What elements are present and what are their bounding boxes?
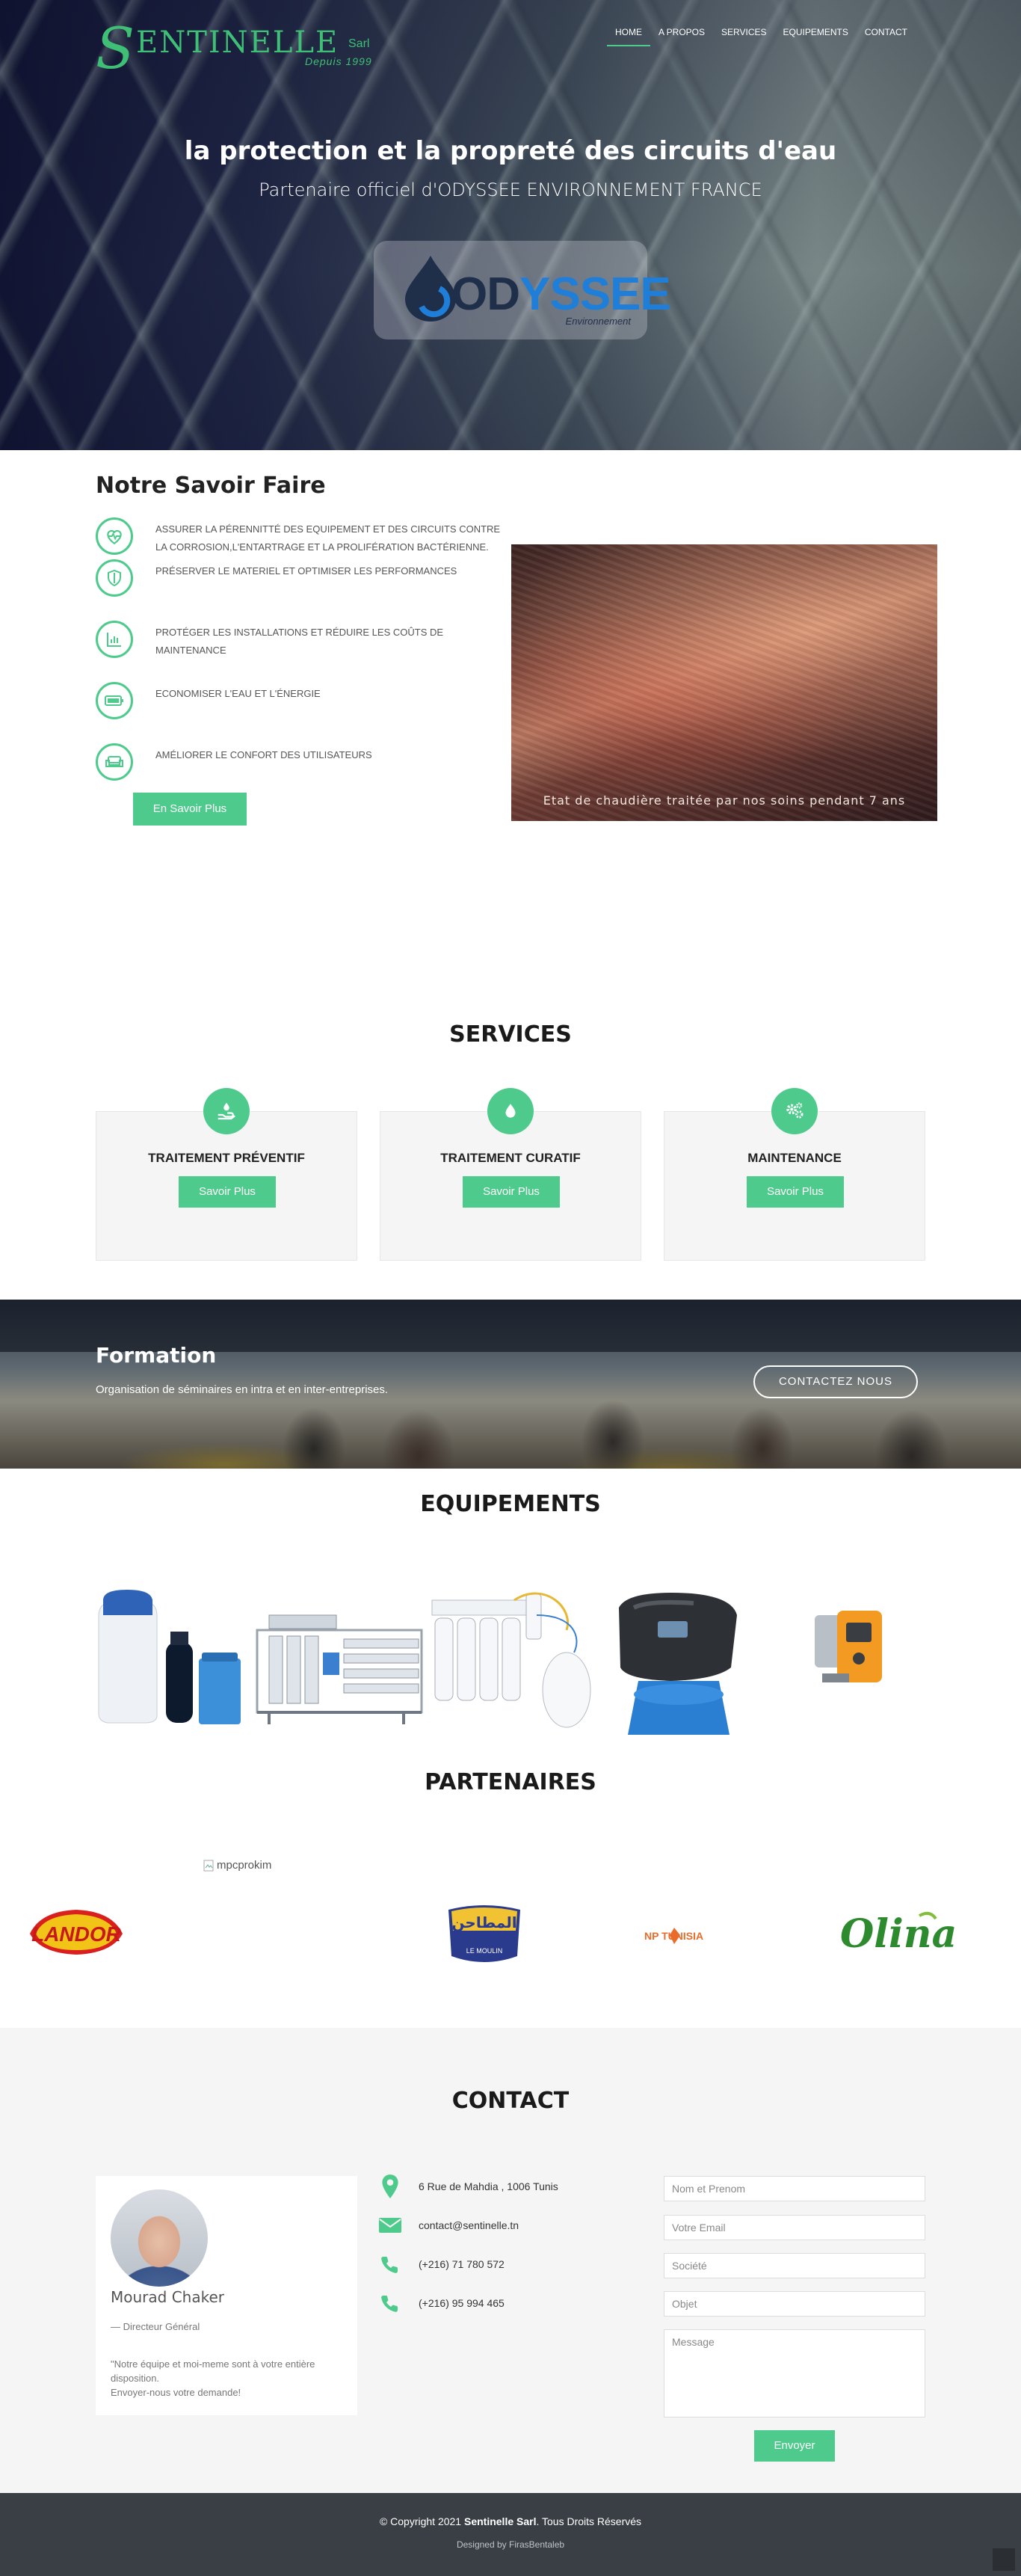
hero-title: la protection et la propreté des circuit… xyxy=(184,136,837,166)
savoir-item-text: AMÉLIORER LE CONFORT DES UTILISATEURS xyxy=(155,749,372,760)
odyssee-logo: ODYSSEE Environnement xyxy=(374,241,671,339)
savoir-faire-title: Notre Savoir Faire xyxy=(96,473,326,499)
boiler-image: Etat de chaudière traitée par nos soins … xyxy=(511,544,937,821)
savoir-plus-button[interactable]: Savoir Plus xyxy=(747,1176,844,1208)
scroll-to-top-button[interactable] xyxy=(993,2548,1015,2571)
location-icon xyxy=(377,2173,404,2200)
phone-icon xyxy=(377,2290,404,2317)
broken-image-alt: mpcprokim xyxy=(217,1859,272,1872)
reverse-osmosis-unit-image xyxy=(256,1614,423,1724)
service-name: TRAITEMENT PRÉVENTIF xyxy=(148,1151,305,1165)
boiler-image-caption: Etat de chaudière traitée par nos soins … xyxy=(543,793,906,808)
footer-brand: Sentinelle Sarl xyxy=(463,2515,537,2527)
nav-equipements[interactable]: EQUIPEMENTS xyxy=(775,25,857,46)
battery-icon xyxy=(96,682,133,719)
savoir-plus-button[interactable]: Savoir Plus xyxy=(463,1176,560,1208)
hand-water-icon xyxy=(203,1088,250,1134)
hero-subtitle: Partenaire officiel d'ODYSSEE ENVIRONNEM… xyxy=(259,179,762,200)
odyssee-wordmark: ODYSSEE xyxy=(451,268,671,320)
contact-email[interactable]: contact@sentinelle.tn xyxy=(377,2212,519,2239)
partner-logo-np-tunisia[interactable]: NP TUNISIA xyxy=(644,1923,737,1949)
director-card: Mourad Chaker — Directeur Général "Notre… xyxy=(96,2176,357,2415)
logo-since: Depuis 1999 xyxy=(305,55,372,67)
savoir-item-text: ECONOMISER L'EAU ET L'ÉNERGIE xyxy=(155,688,321,699)
logo-letter: S xyxy=(96,15,135,82)
contactez-nous-button[interactable]: CONTACTEZ NOUS xyxy=(753,1365,918,1398)
phone-icon xyxy=(377,2251,404,2278)
sofa-icon xyxy=(96,743,133,781)
contact-phone[interactable]: (+216) 71 780 572 xyxy=(377,2251,505,2278)
softener-valve-image xyxy=(619,1593,737,1735)
ro-filter-system-image xyxy=(431,1592,591,1728)
footer-copyright: © Copyright 2021 Sentinelle Sarl. Tous D… xyxy=(379,2515,642,2527)
odyssee-tagline: Environnement xyxy=(565,316,631,327)
message-textarea[interactable]: Message xyxy=(664,2329,925,2417)
dosing-pump-image xyxy=(815,1611,882,1682)
brand-logo[interactable]: S ENTINELLE Sarl Depuis 1999 xyxy=(96,15,380,82)
partner-logo-arabic: المطاحن xyxy=(451,1913,516,1931)
hero-section: S ENTINELLE Sarl Depuis 1999 HOME A PROP… xyxy=(0,0,1021,450)
nav-services[interactable]: SERVICES xyxy=(713,25,774,46)
broken-image: mpcprokim xyxy=(203,1859,271,1872)
service-name: TRAITEMENT CURATIF xyxy=(440,1151,581,1165)
email-field[interactable]: Votre Email xyxy=(664,2215,925,2240)
partner-logo-le-moulin[interactable]: المطاحن LE MOULIN xyxy=(442,1904,526,1965)
partner-logo-olina[interactable]: Olina xyxy=(837,1908,957,1958)
phone-text[interactable]: (+216) 71 780 572 xyxy=(419,2258,505,2270)
envoyer-button[interactable]: Envoyer xyxy=(754,2430,835,2462)
partner-logo-landor[interactable]: LANDOR xyxy=(25,1904,127,1959)
mail-icon xyxy=(377,2212,404,2239)
partner-logo-le-moulin-text: LE MOULIN xyxy=(466,1947,503,1955)
subject-field[interactable]: Objet xyxy=(664,2291,925,2317)
chart-icon xyxy=(96,621,133,658)
main-nav: HOME A PROPOS SERVICES EQUIPEMENTS CONTA… xyxy=(607,25,916,46)
email-text[interactable]: contact@sentinelle.tn xyxy=(419,2219,519,2231)
contact-title: CONTACT xyxy=(451,2088,570,2114)
formation-subtitle: Organisation de séminaires en intra et e… xyxy=(96,1383,389,1396)
address-text: 6 Rue de Mahdia , 1006 Tunis xyxy=(419,2180,558,2192)
savoir-item: ASSURER LA PÉRENNITTÉ DES EQUIPEMENT ET … xyxy=(96,517,500,559)
service-name: MAINTENANCE xyxy=(747,1151,842,1165)
nav-contact[interactable]: CONTACT xyxy=(857,25,916,46)
footer-designer: Designed by FirasBentaleb xyxy=(456,2539,565,2550)
director-name: Mourad Chaker xyxy=(111,2288,224,2306)
savoir-plus-button[interactable]: Savoir Plus xyxy=(179,1176,276,1208)
water-softener-image xyxy=(98,1590,241,1724)
logo-suffix: Sarl xyxy=(348,37,370,50)
broken-image-icon xyxy=(203,1860,214,1871)
partner-logo-olina-text: Olina xyxy=(840,1911,957,1957)
contact-address: 6 Rue de Mahdia , 1006 Tunis xyxy=(377,2173,558,2200)
director-quote: "Notre équipe et moi-meme sont à votre e… xyxy=(111,2358,315,2398)
shield-icon xyxy=(96,559,133,597)
equipements-title: EQUIPEMENTS xyxy=(420,1491,601,1517)
avatar xyxy=(111,2189,208,2287)
formation-title: Formation xyxy=(96,1343,217,1368)
nav-home[interactable]: HOME xyxy=(607,25,650,46)
en-savoir-plus-button[interactable]: En Savoir Plus xyxy=(133,793,247,826)
savoir-item: PRÉSERVER LE MATERIEL ET OPTIMISER LES P… xyxy=(96,559,499,601)
savoir-item-text: ASSURER LA PÉRENNITTÉ DES EQUIPEMENT ET … xyxy=(155,523,501,553)
partenaires-title: PARTENAIRES xyxy=(425,1769,596,1795)
partner-logo-landor-text: LANDOR xyxy=(31,1922,122,1946)
partner-logo-np-tunisia-text: NP TUNISIA xyxy=(644,1930,703,1942)
savoir-item: PROTÉGER LES INSTALLATIONS ET RÉDUIRE LE… xyxy=(96,621,499,663)
heartbeat-icon xyxy=(96,517,133,555)
gears-icon xyxy=(771,1088,818,1134)
phone-text[interactable]: (+216) 95 994 465 xyxy=(419,2297,505,2309)
director-role: — Directeur Général xyxy=(111,2321,200,2332)
drop-icon xyxy=(487,1088,534,1134)
name-field[interactable]: Nom et Prenom xyxy=(664,2176,925,2201)
savoir-item: ECONOMISER L'EAU ET L'ÉNERGIE xyxy=(96,682,499,724)
savoir-item-text: PROTÉGER LES INSTALLATIONS ET RÉDUIRE LE… xyxy=(155,627,444,656)
contact-phone[interactable]: (+216) 95 994 465 xyxy=(377,2290,505,2317)
footer xyxy=(0,2493,1021,2576)
savoir-item: AMÉLIORER LE CONFORT DES UTILISATEURS xyxy=(96,743,499,785)
savoir-item-text: PRÉSERVER LE MATERIEL ET OPTIMISER LES P… xyxy=(155,565,457,577)
services-title: SERVICES xyxy=(449,1021,572,1048)
company-field[interactable]: Société xyxy=(664,2253,925,2278)
nav-a-propos[interactable]: A PROPOS xyxy=(650,25,713,46)
